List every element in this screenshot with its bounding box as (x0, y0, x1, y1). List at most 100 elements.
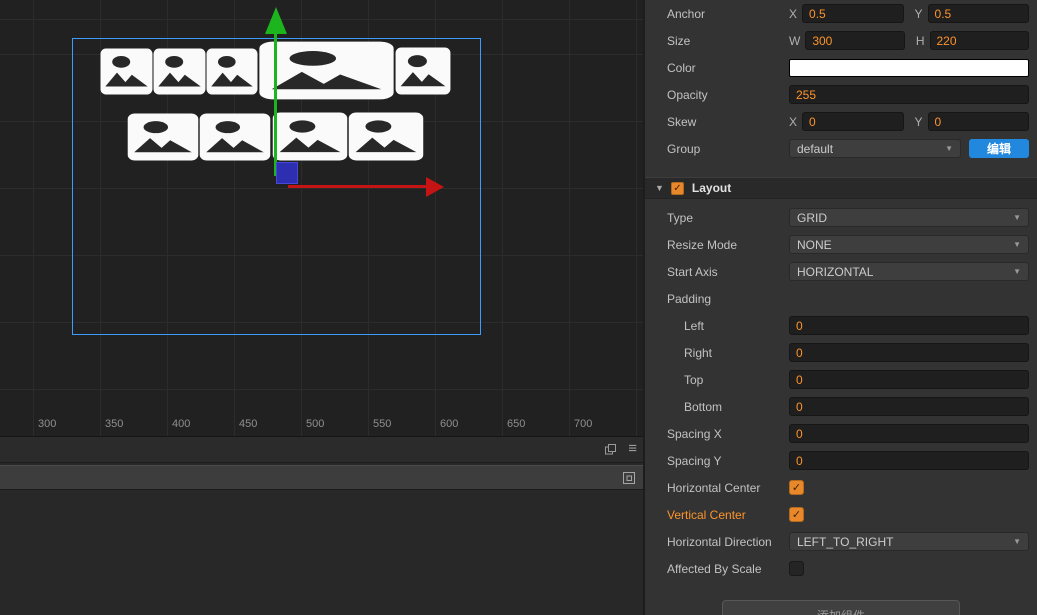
affected-by-scale-label: Affected By Scale (667, 561, 762, 576)
layout-section-header[interactable]: ▼ ✓ Layout (645, 177, 1037, 205)
spacing-y-input[interactable] (789, 451, 1029, 470)
start-axis-value: HORIZONTAL (797, 264, 874, 279)
padding-right-row: Right (645, 339, 1037, 366)
skew-x-label: X (789, 114, 798, 129)
scene-canvas[interactable]: 300 350 400 450 500 550 600 650 700 (0, 0, 643, 437)
spacing-x-input[interactable] (789, 424, 1029, 443)
sprite-image-placeholder[interactable] (199, 113, 271, 161)
padding-left-label: Left (684, 318, 705, 333)
vertical-center-row: Vertical Center ✓ (645, 501, 1037, 528)
chevron-down-icon: ▼ (945, 144, 953, 153)
skew-y-label: Y (914, 114, 923, 129)
resize-mode-dropdown[interactable]: NONE ▼ (789, 235, 1029, 254)
padding-right-label: Right (684, 345, 713, 360)
layout-type-label: Type (667, 210, 694, 225)
size-label: Size (667, 33, 691, 48)
start-axis-dropdown[interactable]: HORIZONTAL ▼ (789, 262, 1029, 281)
layout-type-row: Type GRID ▼ (645, 204, 1037, 231)
gizmo-y-axis-line[interactable] (274, 32, 277, 176)
padding-left-input[interactable] (789, 316, 1029, 335)
sprite-image-placeholder[interactable] (272, 112, 348, 161)
gizmo-x-axis-arrow-icon[interactable] (426, 177, 444, 197)
spacing-x-label: Spacing X (667, 426, 722, 441)
float-panel-icon[interactable] (604, 443, 617, 461)
sprite-image-placeholder[interactable] (100, 48, 153, 95)
ruler-label: 600 (440, 418, 459, 430)
ruler-label: 300 (38, 418, 57, 430)
skew-row: Skew X Y (645, 108, 1037, 135)
layout-section-title: Layout (691, 181, 732, 195)
size-row: Size W H (645, 27, 1037, 54)
resize-mode-label: Resize Mode (667, 237, 738, 252)
padding-top-input[interactable] (789, 370, 1029, 389)
padding-top-row: Top (645, 366, 1037, 393)
sprite-image-placeholder-large[interactable] (258, 41, 395, 100)
padding-bottom-label: Bottom (684, 399, 723, 414)
ruler-label: 400 (172, 418, 191, 430)
spacing-y-label: Spacing Y (667, 453, 722, 468)
anchor-row: Anchor X Y (645, 0, 1037, 27)
padding-right-input[interactable] (789, 343, 1029, 362)
ruler-label: 700 (574, 418, 593, 430)
size-w-label: W (789, 33, 801, 48)
horizontal-direction-dropdown[interactable]: LEFT_TO_RIGHT ▼ (789, 532, 1029, 551)
popout-icon[interactable] (622, 471, 636, 490)
ruler-label: 350 (105, 418, 124, 430)
skew-y-input[interactable] (927, 112, 1029, 131)
add-component-button[interactable]: 添加组件 (722, 600, 960, 615)
group-edit-button[interactable]: 编辑 (969, 139, 1029, 158)
sprite-image-placeholder[interactable] (395, 47, 451, 95)
padding-label: Padding (667, 291, 712, 306)
group-dropdown[interactable]: default ▼ (789, 139, 961, 158)
ruler-label: 550 (373, 418, 392, 430)
sprite-image-placeholder[interactable] (206, 48, 258, 95)
anchor-label: Anchor (667, 6, 706, 21)
size-h-label: H (915, 33, 925, 48)
chevron-down-icon: ▼ (1013, 240, 1021, 249)
size-h-input[interactable] (929, 31, 1029, 50)
group-label: Group (667, 141, 701, 156)
chevron-down-icon: ▼ (1013, 213, 1021, 222)
skew-x-input[interactable] (802, 112, 904, 131)
group-dropdown-value: default (797, 141, 834, 156)
horizontal-center-row: Horizontal Center ✓ (645, 474, 1037, 501)
horizontal-direction-value: LEFT_TO_RIGHT (797, 534, 894, 549)
padding-bottom-input[interactable] (789, 397, 1029, 416)
spacing-x-row: Spacing X (645, 420, 1037, 447)
anchor-y-input[interactable] (927, 4, 1029, 23)
horizontal-center-label: Horizontal Center (667, 480, 761, 495)
layout-enabled-checkbox[interactable]: ✓ (670, 181, 684, 195)
anchor-x-input[interactable] (802, 4, 904, 23)
gizmo-x-axis-line[interactable] (288, 185, 427, 188)
ruler-label: 500 (306, 418, 325, 430)
start-axis-row: Start Axis HORIZONTAL ▼ (645, 258, 1037, 285)
skew-label: Skew (667, 114, 697, 129)
sprite-image-placeholder[interactable] (348, 112, 424, 161)
opacity-row: Opacity (645, 81, 1037, 108)
sprite-image-placeholder[interactable] (127, 113, 199, 161)
padding-row: Padding (645, 285, 1037, 312)
opacity-input[interactable] (789, 85, 1029, 104)
affected-by-scale-row: Affected By Scale (645, 555, 1037, 582)
gizmo-center-handle[interactable] (276, 162, 298, 184)
bottom-panel-header[interactable] (0, 465, 643, 490)
color-row: Color (645, 54, 1037, 81)
affected-by-scale-checkbox[interactable] (789, 561, 804, 576)
layout-type-value: GRID (797, 210, 827, 225)
sprite-image-placeholder[interactable] (153, 48, 206, 95)
padding-left-row: Left (645, 312, 1037, 339)
padding-bottom-row: Bottom (645, 393, 1037, 420)
start-axis-label: Start Axis (667, 264, 718, 279)
padding-top-label: Top (684, 372, 704, 387)
vertical-center-checkbox[interactable]: ✓ (789, 507, 804, 522)
collapse-arrow-icon[interactable]: ▼ (655, 183, 664, 193)
horizontal-center-checkbox[interactable]: ✓ (789, 480, 804, 495)
menu-icon[interactable]: ≡ (628, 440, 637, 458)
scene-view: 300 350 400 450 500 550 600 650 700 ≡ (0, 0, 643, 615)
opacity-label: Opacity (667, 87, 708, 102)
size-w-input[interactable] (805, 31, 905, 50)
resize-mode-value: NONE (797, 237, 832, 252)
layout-type-dropdown[interactable]: GRID ▼ (789, 208, 1029, 227)
gizmo-y-axis-arrow-icon[interactable] (265, 7, 287, 34)
color-swatch[interactable] (789, 58, 1029, 77)
